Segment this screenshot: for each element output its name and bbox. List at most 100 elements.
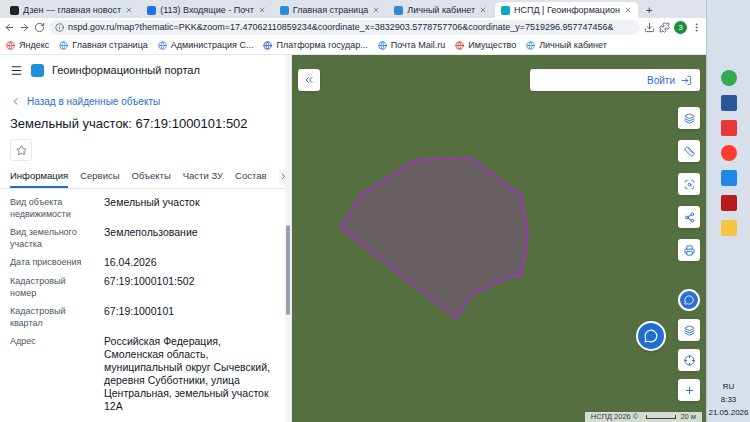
zoom-in-button[interactable] [678, 379, 700, 401]
property-value: Российская Федерация, Смоленская область… [104, 335, 275, 413]
extensions-icon[interactable] [659, 22, 670, 33]
browser-tab[interactable]: НСПД | Геоинформацион [495, 2, 638, 18]
desktop: Дзен — главная новост (113) Входящие - По… [0, 0, 750, 422]
taskbar: RU 8:33 21.05.2026 [706, 0, 750, 422]
scale-line [646, 415, 676, 419]
login-box[interactable]: Войти [530, 69, 700, 91]
bookmark[interactable]: Главная страница [59, 39, 148, 51]
address-field[interactable]: nspd.gov.ru/map?thematic=PKK&zoom=17.470… [49, 20, 640, 35]
assistant-button[interactable] [678, 289, 700, 311]
profile-avatar[interactable]: 3 [674, 21, 687, 34]
bookmark[interactable]: Яндекс [6, 39, 49, 51]
property-label: Дата присвоения [10, 256, 94, 269]
bookmark[interactable]: Почта Mail.ru [378, 39, 446, 51]
property-value: Землепользование [104, 226, 275, 250]
browser-tab[interactable]: (113) Входящие - Почт [141, 2, 272, 18]
property-label: Вид земельного участка [10, 226, 94, 250]
taskbar-app-icon[interactable] [721, 220, 737, 236]
bookmarks-bar: Яндекс Главная страница Администрация С...… [0, 36, 706, 55]
taskbar-app-icon[interactable] [721, 170, 737, 186]
info-panel: Геоинформационный портал Назад в найденны… [0, 55, 292, 422]
tab-close-icon[interactable] [125, 6, 133, 14]
legend-button[interactable] [678, 319, 700, 341]
bookmark[interactable]: Администрация С... [158, 39, 254, 51]
taskbar-app-icon[interactable] [721, 70, 737, 86]
download-icon[interactable] [644, 22, 655, 33]
clock-date[interactable]: 21.05.2026 [708, 407, 748, 418]
browser-tab[interactable]: Дзен — главная новост [4, 2, 139, 18]
reload-icon[interactable] [34, 22, 45, 33]
area-search-button[interactable] [678, 173, 700, 195]
tab-favicon-icon [280, 6, 289, 15]
property-label: Адрес [10, 335, 94, 413]
object-tab[interactable]: Части ЗУ [183, 165, 223, 188]
panel-scrollbar[interactable] [285, 55, 291, 422]
tab-close-icon[interactable] [372, 6, 380, 14]
scrollbar-thumb[interactable] [286, 225, 290, 315]
bookmark-label: Главная страница [72, 39, 148, 51]
portal-header: Геоинформационный портал [0, 55, 285, 85]
bookmark-label: Платформа государ... [276, 39, 367, 51]
forward-icon[interactable] [19, 22, 30, 33]
object-heading: Земельный участок: 67:19:1000101:502 [0, 113, 285, 135]
bookmark[interactable]: Платформа государ... [263, 39, 367, 51]
bookmark-label: Почта Mail.ru [391, 39, 446, 51]
back-link-label: Назад в найденные объекты [27, 95, 160, 108]
site-info-icon[interactable] [55, 23, 64, 32]
bookmark[interactable]: Личный кабинет [526, 39, 607, 51]
object-tab[interactable]: Информация [10, 165, 68, 188]
layers-button[interactable] [678, 107, 700, 129]
info-panel-body: Геоинформационный портал Назад в найденны… [0, 55, 285, 422]
back-chevron-icon [10, 96, 21, 107]
new-tab-button[interactable]: + [640, 2, 658, 18]
property-label: Кадастровый номер [10, 275, 94, 299]
clock-time[interactable]: 8:33 [721, 394, 737, 405]
bookmark-icon [59, 41, 68, 50]
chat-button[interactable] [636, 321, 666, 351]
tab-favicon-icon [147, 6, 156, 15]
collapse-icon [303, 74, 315, 86]
tab-label: (113) Входящие - Почт [160, 4, 254, 16]
map-tools [678, 107, 700, 261]
tab-close-icon[interactable] [479, 6, 487, 14]
object-tab[interactable]: Состав [235, 165, 266, 188]
taskbar-app-icon[interactable] [721, 195, 737, 211]
back-link[interactable]: Назад в найденные объекты [0, 89, 285, 113]
bookmark-icon [263, 41, 272, 50]
tab-close-icon[interactable] [624, 6, 632, 14]
portal-title: Геоинформационный портал [52, 63, 200, 77]
taskbar-app-icon[interactable] [721, 120, 737, 136]
favorite-button[interactable] [10, 139, 32, 161]
menu-icon[interactable] [691, 22, 702, 33]
parcel-outline-icon[interactable] [292, 55, 706, 422]
object-tab[interactable]: Объекты [132, 165, 171, 188]
map[interactable]: ВойтиНСПД 2026 ©20 м [292, 55, 706, 422]
taskbar-app-icon[interactable] [721, 95, 737, 111]
browser-tab[interactable]: Главная страница [274, 2, 387, 18]
address-text: nspd.gov.ru/map?thematic=PKK&zoom=17.470… [68, 21, 614, 33]
scale-label: 20 м [680, 412, 696, 422]
tray: RU 8:33 21.05.2026 [708, 381, 748, 418]
hamburger-icon[interactable] [10, 64, 23, 77]
tab-close-icon[interactable] [258, 6, 266, 14]
language-indicator[interactable]: RU [723, 381, 735, 392]
bookmark-icon [378, 41, 387, 50]
property-value: 16.04.2026 [104, 256, 275, 269]
property-label: Кадастровый квартал [10, 305, 94, 329]
taskbar-app-icon[interactable] [721, 145, 737, 161]
print-icon [684, 245, 695, 256]
collapse-panel-button[interactable] [298, 69, 320, 91]
print-button[interactable] [678, 239, 700, 261]
back-icon[interactable] [4, 22, 15, 33]
tab-favicon-icon [501, 6, 510, 15]
taskbar-apps [721, 70, 737, 236]
object-tab[interactable]: Сервисы [80, 165, 119, 188]
locate-button[interactable] [678, 349, 700, 371]
browser-tab[interactable]: Личный кабинет [388, 2, 493, 18]
property-value: 67:19:1000101:502 [104, 275, 275, 299]
ruler-icon [684, 146, 695, 157]
bookmark[interactable]: Имущество [455, 39, 516, 51]
share-button[interactable] [678, 206, 700, 228]
collapse-panel-wrap [298, 69, 320, 91]
ruler-button[interactable] [678, 140, 700, 162]
